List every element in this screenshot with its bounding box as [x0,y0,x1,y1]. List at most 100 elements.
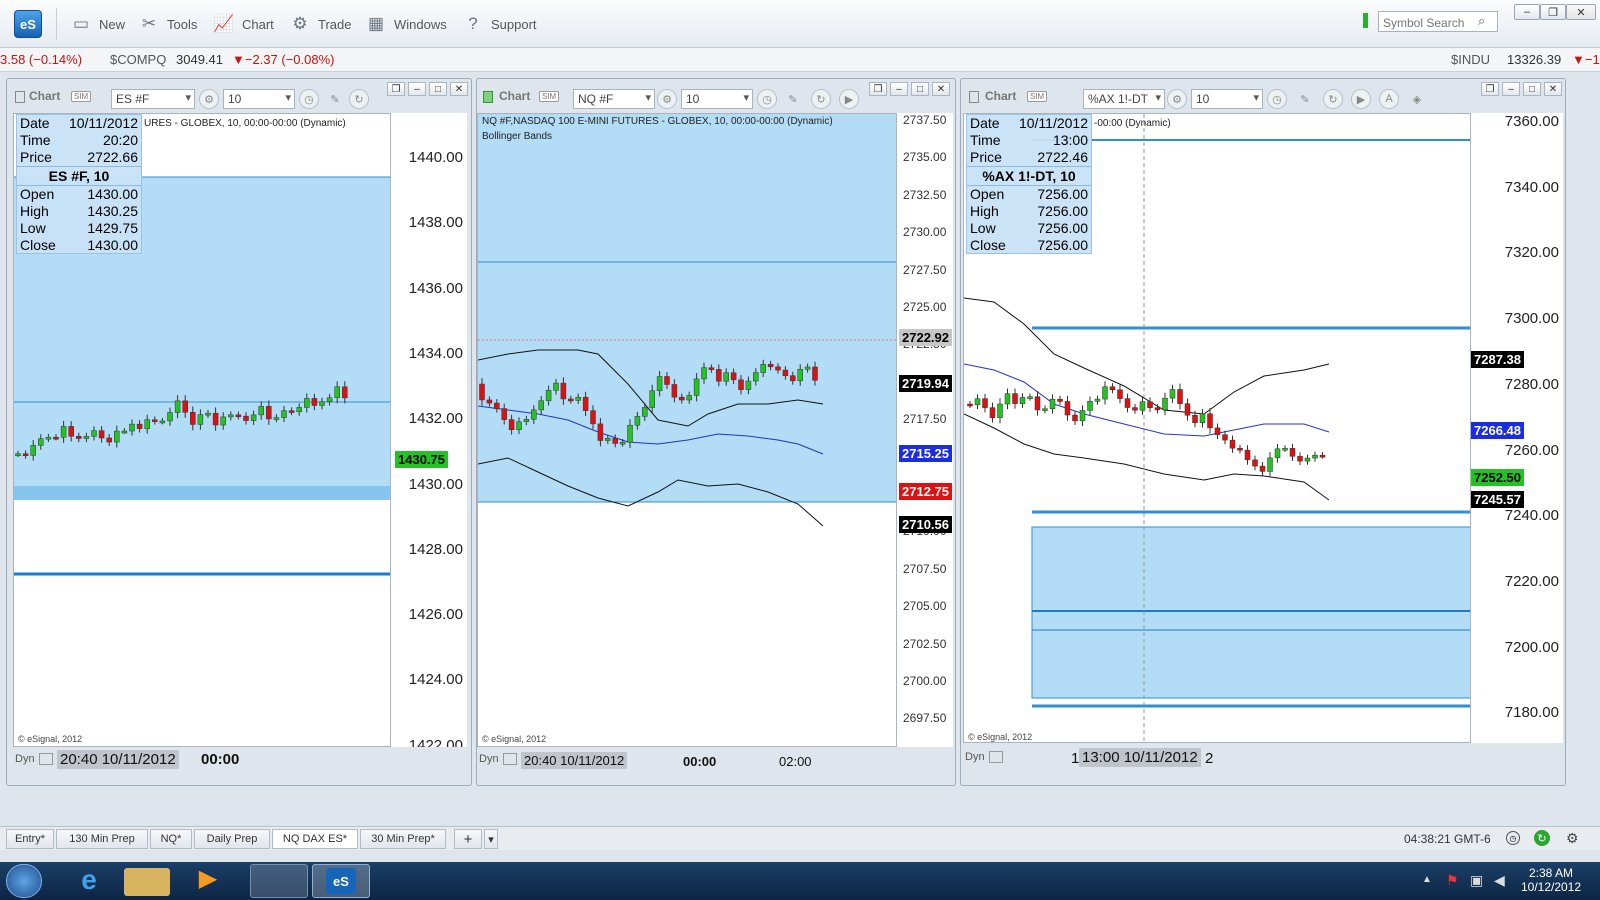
candle [1207,413,1213,429]
restore-button[interactable]: ❐ [1540,4,1566,20]
trade-button[interactable]: ⚙ Trade [289,12,351,36]
candle [508,419,515,430]
chart-label: Chart [242,16,274,32]
chart-window-icon [483,91,493,103]
settings-icon[interactable]: ⚙ [1566,830,1579,847]
ticker-symbol-indu[interactable]: $INDU [1451,52,1490,67]
candle [523,419,530,423]
add-tab-button[interactable]: + [454,829,482,849]
candle [190,412,196,425]
pencil-icon[interactable]: ✎ [1295,89,1315,109]
clock-icon[interactable]: ◷ [1506,831,1520,845]
clock-icon[interactable]: ◷ [757,89,777,109]
y-axis-tick-label: 7240.00 [1504,507,1559,525]
ie-icon[interactable]: e [60,864,118,898]
refresh-icon[interactable]: ↻ [349,89,369,109]
new-button[interactable]: ▭ New [70,12,125,36]
status-ok-icon[interactable]: ↻ [1534,830,1550,846]
y-axis-tick-label: 2702.50 [903,636,947,651]
tray-flag-icon[interactable]: ⚑ [1446,872,1459,889]
time-label: 02:00 [779,754,812,769]
price-axis-dax[interactable]: 7360.00 7340.00 7320.00 7300.00 7280.00 7260.… [1471,113,1563,743]
candle [1004,393,1011,405]
time-lock-icon[interactable] [39,753,53,765]
candle [1289,448,1296,457]
minimize-button[interactable]: – [1514,4,1540,20]
tab-nq[interactable]: NQ* [150,829,192,849]
symbol-combo[interactable]: ES #F [111,89,195,109]
support-button[interactable]: ? Support [462,12,536,36]
tab-daily-prep[interactable]: Daily Prep [194,829,270,849]
candle [129,423,135,432]
annotate-icon[interactable]: A [1379,89,1399,109]
tray-volume-icon[interactable]: ◀ [1494,872,1505,889]
search-icon[interactable]: ⌕ [1478,13,1485,29]
pencil-icon[interactable]: ✎ [783,89,803,109]
clock-icon[interactable]: ◷ [1267,89,1287,109]
time-lock-icon[interactable] [989,751,1003,763]
pencil-icon[interactable]: ✎ [325,89,345,109]
symbol-combo[interactable]: NQ #F [573,89,655,109]
candle [288,410,295,413]
price-plot-nq[interactable]: NQ #F,NASDAQ 100 E-MINI FUTURES - GLOBEX… [477,113,897,747]
tray-network-icon[interactable]: ▣ [1470,872,1483,889]
play-icon[interactable]: ▶ [1351,89,1371,109]
candle [1162,397,1168,411]
candle [760,363,766,373]
clock-icon[interactable]: ◷ [299,89,319,109]
tab-30-min-prep[interactable]: 30 Min Prep* [360,829,446,849]
time-label: 2 [1205,750,1214,767]
tools-button[interactable]: ✂ Tools [138,12,197,36]
chart-window-dax: ❐ – □ ✕ Chart SIM %AX 1!-DT ⚙ 10 ◷ ✎ ↻ ▶… [960,78,1566,786]
symbol-combo[interactable]: %AX 1!-DT [1083,89,1165,109]
price-axis-nq[interactable]: 2737.50 2735.00 2732.50 2730.00 2727.50 2725.… [897,113,953,747]
candle [136,423,143,429]
ticker-change-indu: ▼−1 [1572,52,1600,67]
y-axis-tick-label: 2697.50 [903,711,947,726]
settings-icon[interactable]: ⚙ [199,89,219,109]
refresh-icon[interactable]: ↻ [1323,89,1343,109]
tray-clock[interactable]: 2:38 AM 10/12/2012 [1518,866,1584,894]
ticker-symbol-compq[interactable]: $COMPQ [110,52,166,67]
eraser-icon[interactable]: ◈ [1407,89,1427,109]
candle [76,436,82,439]
tab-entry[interactable]: Entry* [6,829,54,849]
close-button[interactable]: ✕ [1566,4,1596,20]
tray-expand-icon[interactable]: ▲ [1422,874,1432,885]
price-axis-es[interactable]: 1440.00 1438.00 1436.00 1434.00 1432.00 1430.… [391,113,467,747]
candle [974,398,981,406]
explorer-icon[interactable] [124,868,170,896]
dyn-label[interactable]: Dyn [479,753,499,765]
windows-button[interactable]: ▦ Windows [365,12,447,36]
play-icon[interactable]: ▶ [839,89,859,109]
candle [258,406,264,416]
interval-combo[interactable]: 10 [681,89,753,109]
start-button[interactable] [6,864,42,898]
connection-status-icon [1363,13,1368,28]
refresh-icon[interactable]: ↻ [811,89,831,109]
candle [1192,415,1198,423]
dyn-label[interactable]: Dyn [15,753,35,765]
interval-combo[interactable]: 10 [1191,89,1263,109]
status-clock: 04:38:21 GMT-6 [1404,832,1491,846]
tabs-menu-button[interactable]: ▾ [484,829,498,849]
dyn-label[interactable]: Dyn [965,751,985,763]
interval-combo[interactable]: 10 [223,89,295,109]
desktop-app-icon[interactable] [250,864,308,898]
media-player-icon[interactable]: ▶ [188,864,228,898]
esignal-logo[interactable]: eS [14,10,42,38]
settings-icon[interactable]: ⚙ [1167,89,1187,109]
tab-nq-dax-es[interactable]: NQ DAX ES* [272,829,358,849]
y-axis-tick-label: 2732.50 [903,187,947,202]
tab-130-min-prep[interactable]: 130 Min Prep [56,829,148,849]
time-lock-icon[interactable] [503,753,517,765]
esignal-taskbar-button[interactable]: eS [312,864,370,898]
candle [1079,410,1086,422]
chart-button[interactable]: 📈 Chart [213,12,274,36]
price-plot-dax[interactable]: Date 10/11/2012 Time 13:00 Price 2722.46 %A… [963,113,1471,743]
data-window-es: Date 10/11/2012 Time 20:20 Price 2722.66 ES… [16,114,142,254]
settings-icon[interactable]: ⚙ [657,89,677,109]
y-axis-tick-label: 2727.50 [903,262,947,277]
tray-date: 10/12/2012 [1520,880,1582,894]
price-plot-es[interactable]: Date 10/11/2012 Time 20:20 Price 2722.66 ES… [13,113,391,747]
